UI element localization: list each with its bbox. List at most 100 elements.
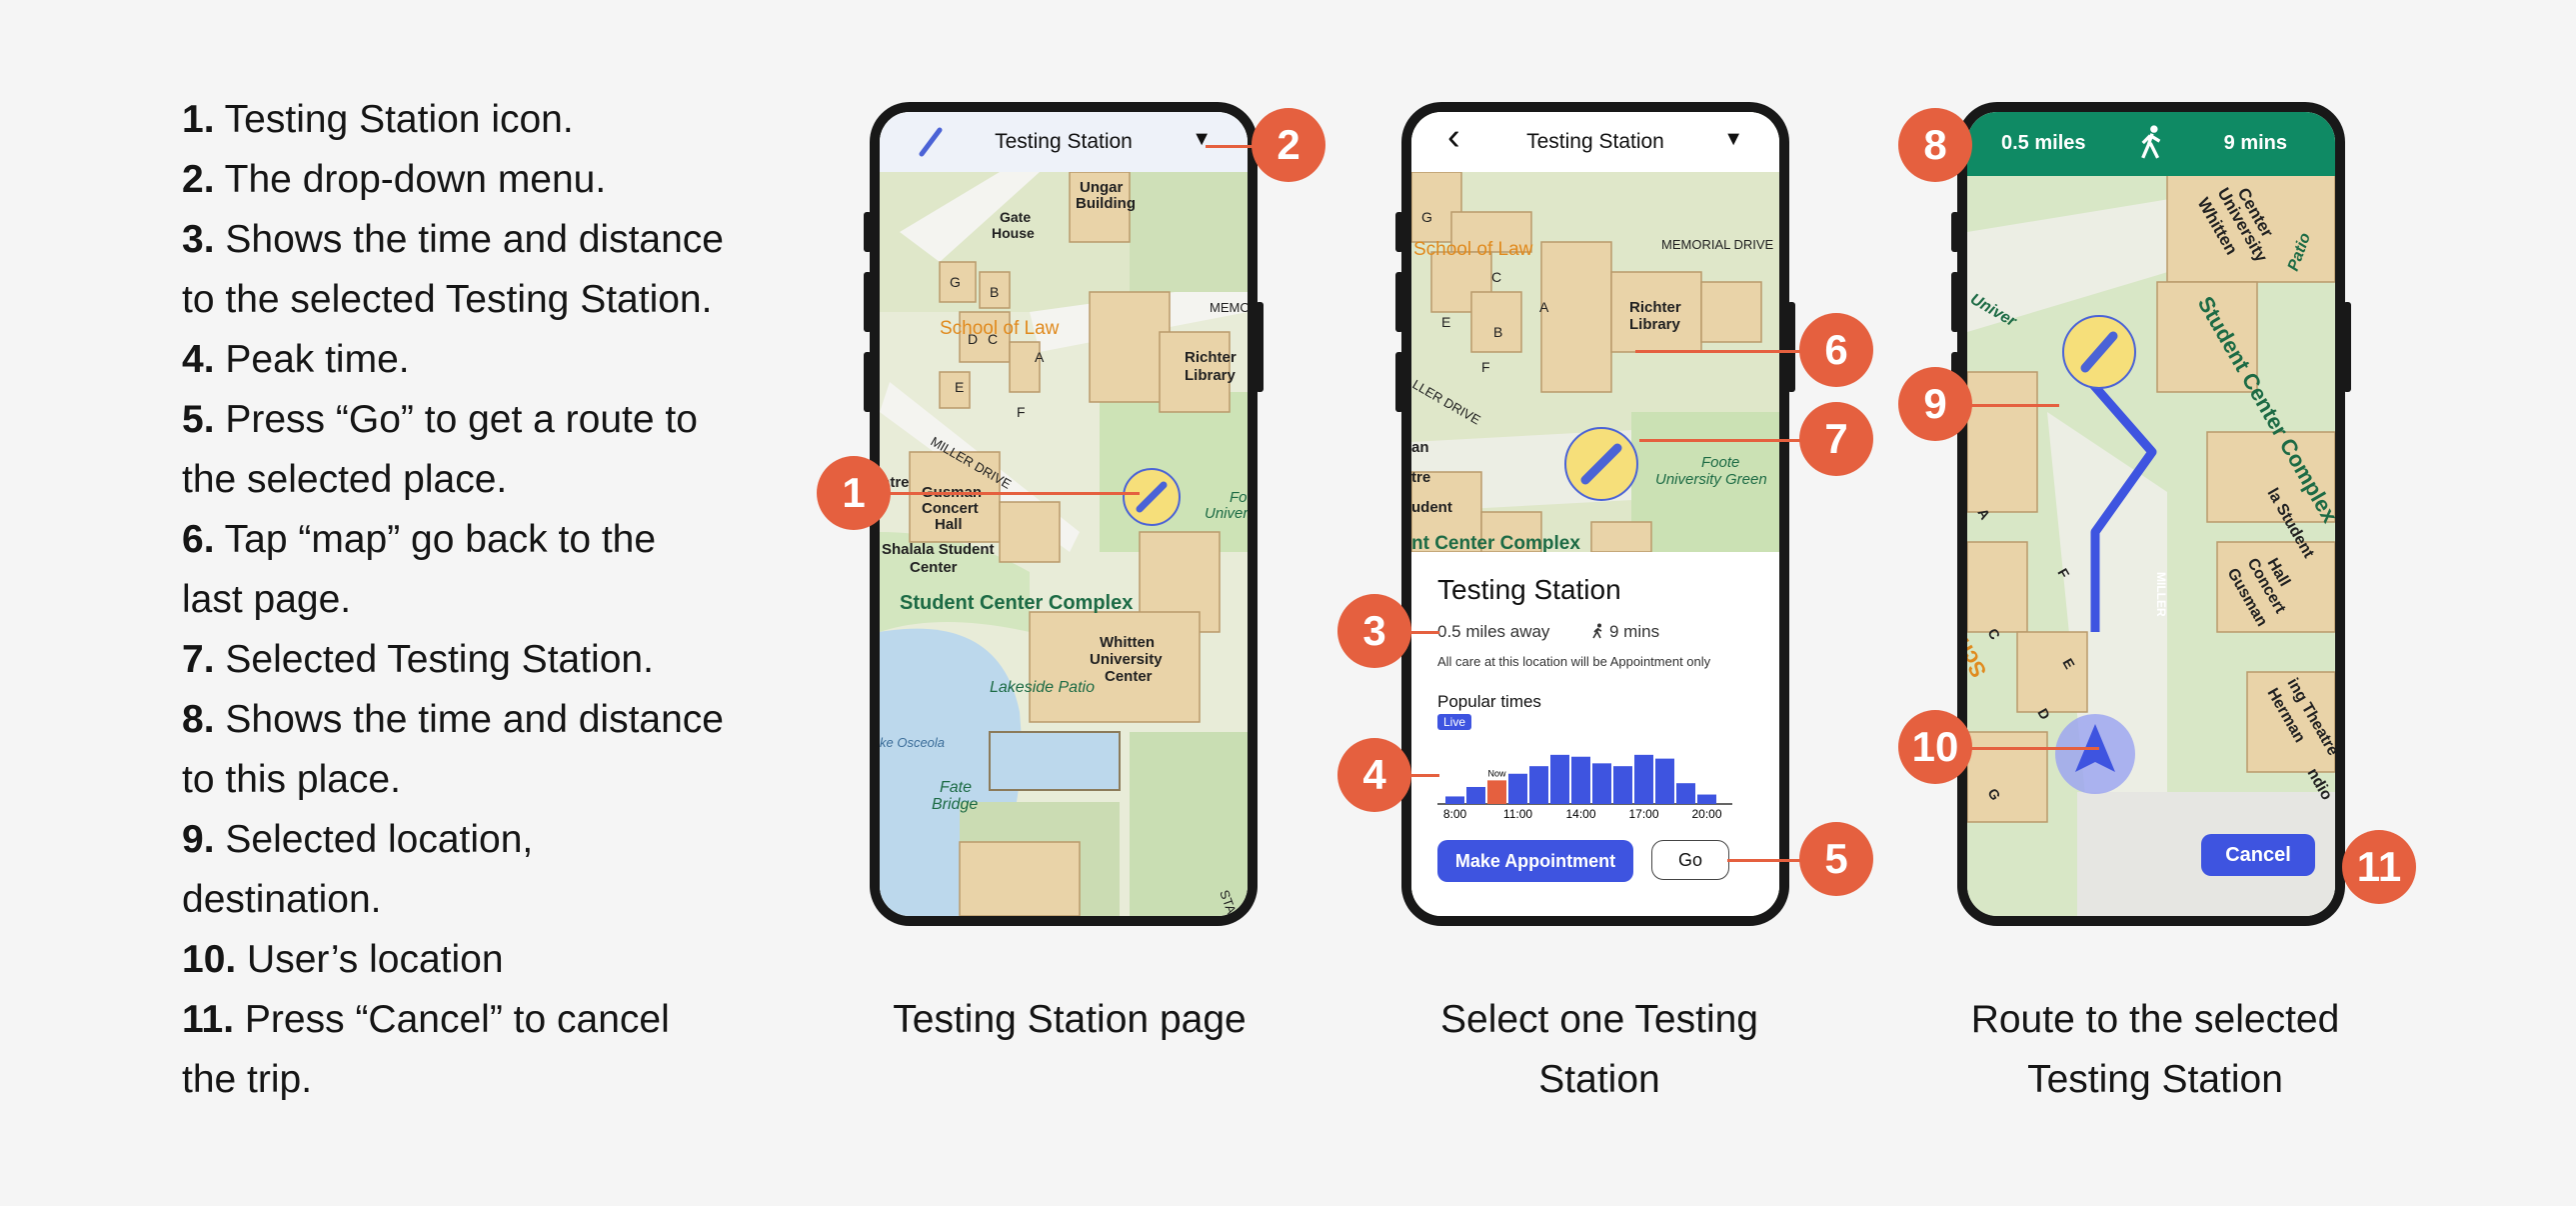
svg-text:Lakeside Patio: Lakeside Patio — [990, 679, 1095, 696]
legend-number: 4. — [182, 338, 215, 381]
callout-line-3 — [1409, 631, 1439, 634]
callout-5: 5 — [1799, 822, 1873, 896]
chart-bar — [1487, 780, 1506, 804]
legend-item: 4. Peak time. — [182, 330, 782, 390]
svg-text:A: A — [1539, 299, 1549, 315]
chart-tick-label: 11:00 — [1503, 807, 1532, 821]
chart-tick-label: 8:00 — [1443, 807, 1467, 821]
appointment-note: All care at this location will be Appoin… — [1437, 654, 1711, 669]
svg-text:Richter: Richter — [1629, 299, 1681, 316]
legend-item: 10. User’s location — [182, 930, 782, 990]
chart-bar — [1613, 766, 1632, 804]
top-bar: ‹ Testing Station ▼ — [1411, 112, 1779, 172]
legend-number: 10. — [182, 938, 237, 981]
svg-text:Foo: Foo — [1230, 489, 1248, 506]
phone-select-testing-station: School of Law MEMORIAL DRIVE Richter Lib… — [1395, 102, 1795, 926]
station-title: Testing Station — [1437, 574, 1621, 605]
legend-item: 7. Selected Testing Station. — [182, 630, 782, 690]
svg-text:G: G — [1421, 209, 1432, 225]
svg-text:School of Law: School of Law — [1413, 239, 1533, 260]
svg-text:MEMORIAL DRIVE: MEMORIAL DRIVE — [1661, 237, 1774, 252]
legend-item: 1. Testing Station icon. — [182, 90, 782, 150]
svg-text:F: F — [1481, 359, 1490, 375]
chart-bar — [1445, 796, 1464, 804]
svg-text:udent: udent — [1411, 499, 1452, 516]
svg-text:tre: tre — [1411, 469, 1430, 486]
route-distance: 0.5 miles — [2001, 132, 2086, 154]
phone-route: Whitten University Center Student Center… — [1951, 102, 2351, 926]
legend-text: Selected Testing Station. — [214, 638, 654, 681]
svg-text:Student Center Complex: Student Center Complex — [900, 592, 1133, 614]
legend-item: 3. Shows the time and distance — [182, 210, 782, 270]
legend-item: last page. — [182, 570, 782, 630]
top-bar: Testing Station ▼ — [880, 112, 1248, 172]
walk-icon — [2139, 124, 2165, 168]
svg-text:an: an — [1411, 439, 1429, 456]
legend-number: 9. — [182, 818, 215, 861]
svg-text:Whitten: Whitten — [1100, 634, 1155, 651]
campus-map[interactable]: Ungar Building Gate House G B C D E F A … — [880, 112, 1248, 916]
caption-screen-3: Route to the selected Testing Station — [1955, 990, 2355, 1110]
legend-text: the selected place. — [182, 458, 508, 501]
svg-text:E: E — [1441, 314, 1450, 330]
svg-text:University Green: University Green — [1655, 471, 1767, 488]
svg-text:Gate: Gate — [1000, 209, 1031, 225]
bottom-sheet: Testing Station 0.5 miles away 9 mins Al… — [1411, 552, 1779, 916]
chart-bar — [1655, 758, 1674, 804]
svg-text:Concert: Concert — [922, 500, 979, 517]
callout-1: 1 — [817, 456, 891, 530]
callout-line-4 — [1409, 774, 1439, 777]
svg-text:University: University — [1090, 651, 1163, 668]
svg-text:ke Osceola: ke Osceola — [880, 735, 945, 750]
svg-text:House: House — [992, 225, 1035, 241]
svg-text:E: E — [955, 379, 964, 395]
chart-bar — [1529, 766, 1548, 804]
legend-item: 8. Shows the time and distance — [182, 690, 782, 750]
legend-text: destination. — [182, 878, 382, 921]
legend-text: Selected location, — [214, 818, 534, 861]
svg-text:Richter: Richter — [1185, 349, 1237, 366]
legend-item: to this place. — [182, 750, 782, 810]
go-button[interactable]: Go — [1651, 840, 1729, 880]
caption-line-1: Route to the selected — [1970, 998, 2340, 1041]
callout-line-6 — [1635, 350, 1805, 353]
make-appointment-button[interactable]: Make Appointment — [1437, 840, 1633, 882]
chart-bar — [1571, 756, 1590, 804]
svg-text:C: C — [1491, 269, 1501, 285]
callout-3: 3 — [1337, 594, 1411, 668]
legend-text: to the selected Testing Station. — [182, 278, 713, 321]
legend-item: 11. Press “Cancel” to cancel — [182, 990, 782, 1050]
dropdown-icon[interactable]: ▼ — [1723, 128, 1743, 151]
legend-text: Press “Cancel” to cancel — [234, 998, 670, 1041]
caption-line-1: Select one Testing — [1440, 998, 1758, 1041]
callout-6: 6 — [1799, 313, 1873, 387]
legend-text: Shows the time and distance — [214, 698, 724, 741]
legend-number: 11. — [182, 998, 235, 1041]
svg-text:Universi: Universi — [1205, 505, 1248, 522]
svg-text:Bridge: Bridge — [932, 796, 978, 813]
legend-item: the trip. — [182, 1050, 782, 1110]
callout-line-5 — [1727, 859, 1807, 862]
caption-line-2: Station — [1538, 1058, 1660, 1101]
svg-text:nt Center Complex: nt Center Complex — [1411, 533, 1580, 554]
phone-testing-station-page: Ungar Building Gate House G B C D E F A … — [864, 102, 1264, 926]
svg-text:Library: Library — [1185, 367, 1237, 384]
legend-item: 9. Selected location, — [182, 810, 782, 870]
popular-times-heading: Popular times — [1437, 692, 1541, 711]
now-label: Now — [1487, 768, 1506, 778]
callout-7: 7 — [1799, 402, 1873, 476]
legend-number: 8. — [182, 698, 215, 741]
callout-9: 9 — [1898, 367, 1972, 441]
route-header: 0.5 miles 9 mins — [1967, 112, 2335, 176]
callout-line-9 — [1969, 404, 2059, 407]
cancel-button[interactable]: Cancel — [2201, 834, 2315, 876]
legend-text: to this place. — [182, 758, 401, 801]
route-map[interactable]: Whitten University Center Student Center… — [1967, 112, 2335, 916]
svg-text:MILLER: MILLER — [2154, 572, 2168, 617]
chart-bar — [1592, 763, 1611, 804]
route-time: 9 mins — [2223, 132, 2287, 154]
chart-bar — [1676, 783, 1695, 804]
legend-text: Shows the time and distance — [214, 218, 724, 261]
legend-number: 3. — [182, 218, 215, 261]
svg-text:B: B — [990, 284, 999, 300]
